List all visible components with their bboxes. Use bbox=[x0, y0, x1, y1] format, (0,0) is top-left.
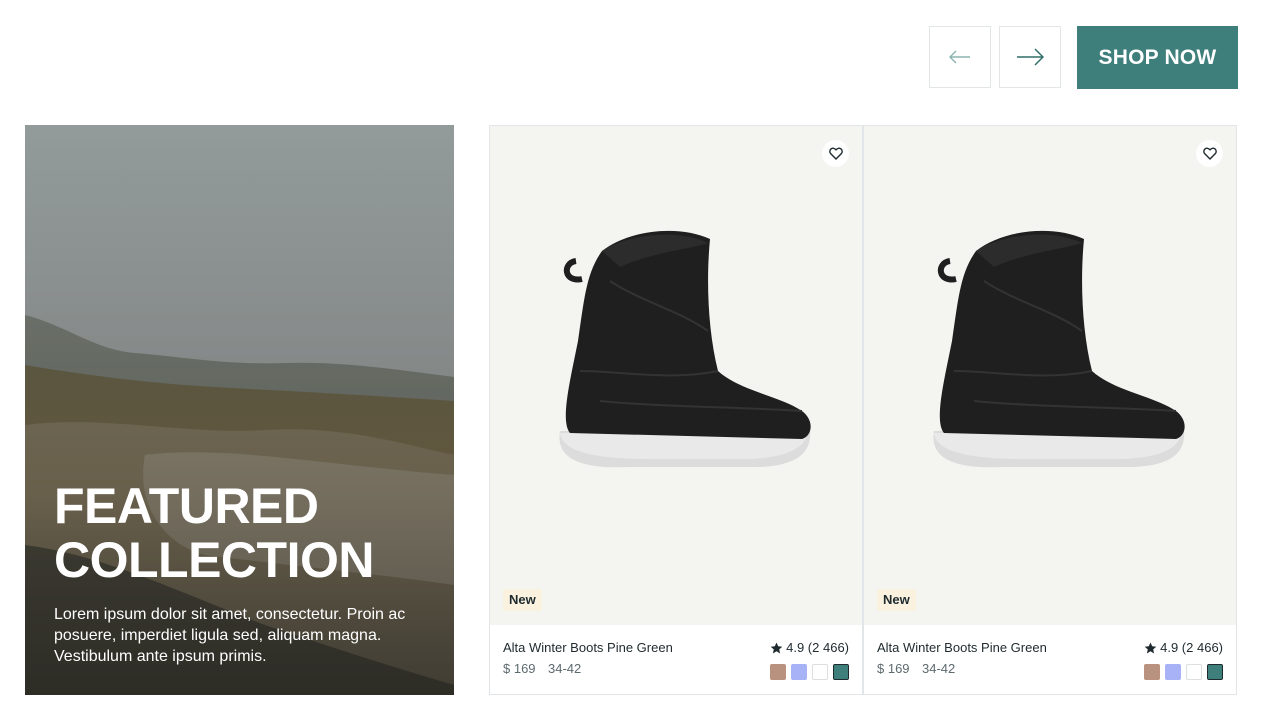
product-name[interactable]: Alta Winter Boots Pine Green bbox=[877, 640, 1047, 655]
boot-image bbox=[540, 221, 820, 481]
featured-title-line2: COLLECTION bbox=[54, 532, 374, 588]
featured-title: FEATURED COLLECTION bbox=[54, 479, 374, 587]
color-swatches bbox=[770, 664, 849, 680]
product-sizes: 34-42 bbox=[922, 661, 956, 676]
product-image[interactable]: New bbox=[490, 126, 862, 625]
favorite-button[interactable] bbox=[1196, 140, 1223, 167]
product-card[interactable]: New Alta Winter Boots Pine Green 4.9 (2 … bbox=[863, 125, 1237, 695]
heart-icon bbox=[1202, 147, 1217, 160]
product-name[interactable]: Alta Winter Boots Pine Green bbox=[503, 640, 673, 655]
product-image[interactable]: New bbox=[864, 126, 1236, 625]
rating-value: 4.9 (2 466) bbox=[786, 640, 849, 655]
new-badge: New bbox=[503, 589, 542, 611]
swatch-white[interactable] bbox=[812, 664, 828, 680]
star-icon bbox=[770, 642, 783, 653]
swatch-pine-green[interactable] bbox=[833, 664, 849, 680]
product-sizes: 34-42 bbox=[548, 661, 582, 676]
arrow-right-icon bbox=[1017, 48, 1044, 66]
product-price: $ 169 bbox=[503, 661, 536, 676]
featured-collection-panel[interactable]: FEATURED COLLECTION Lorem ipsum dolor si… bbox=[25, 125, 454, 695]
featured-title-line1: FEATURED bbox=[54, 478, 319, 534]
previous-button[interactable] bbox=[929, 26, 991, 88]
swatch-lavender[interactable] bbox=[791, 664, 807, 680]
color-swatches bbox=[1144, 664, 1223, 680]
arrow-left-icon bbox=[949, 50, 970, 64]
heart-icon bbox=[828, 147, 843, 160]
swatch-white[interactable] bbox=[1186, 664, 1202, 680]
boot-image bbox=[914, 221, 1194, 481]
new-badge: New bbox=[877, 589, 916, 611]
shop-now-button[interactable]: SHOP NOW bbox=[1077, 26, 1238, 89]
star-icon bbox=[1144, 642, 1157, 653]
next-button[interactable] bbox=[999, 26, 1061, 88]
swatch-brown[interactable] bbox=[770, 664, 786, 680]
rating-value: 4.9 (2 466) bbox=[1160, 640, 1223, 655]
product-card[interactable]: New Alta Winter Boots Pine Green 4.9 (2 … bbox=[489, 125, 863, 695]
swatch-brown[interactable] bbox=[1144, 664, 1160, 680]
favorite-button[interactable] bbox=[822, 140, 849, 167]
featured-description: Lorem ipsum dolor sit amet, consectetur.… bbox=[54, 606, 406, 665]
product-price: $ 169 bbox=[877, 661, 910, 676]
product-rating: 4.9 (2 466) bbox=[1144, 640, 1223, 655]
product-rating: 4.9 (2 466) bbox=[770, 640, 849, 655]
swatch-lavender[interactable] bbox=[1165, 664, 1181, 680]
swatch-pine-green[interactable] bbox=[1207, 664, 1223, 680]
